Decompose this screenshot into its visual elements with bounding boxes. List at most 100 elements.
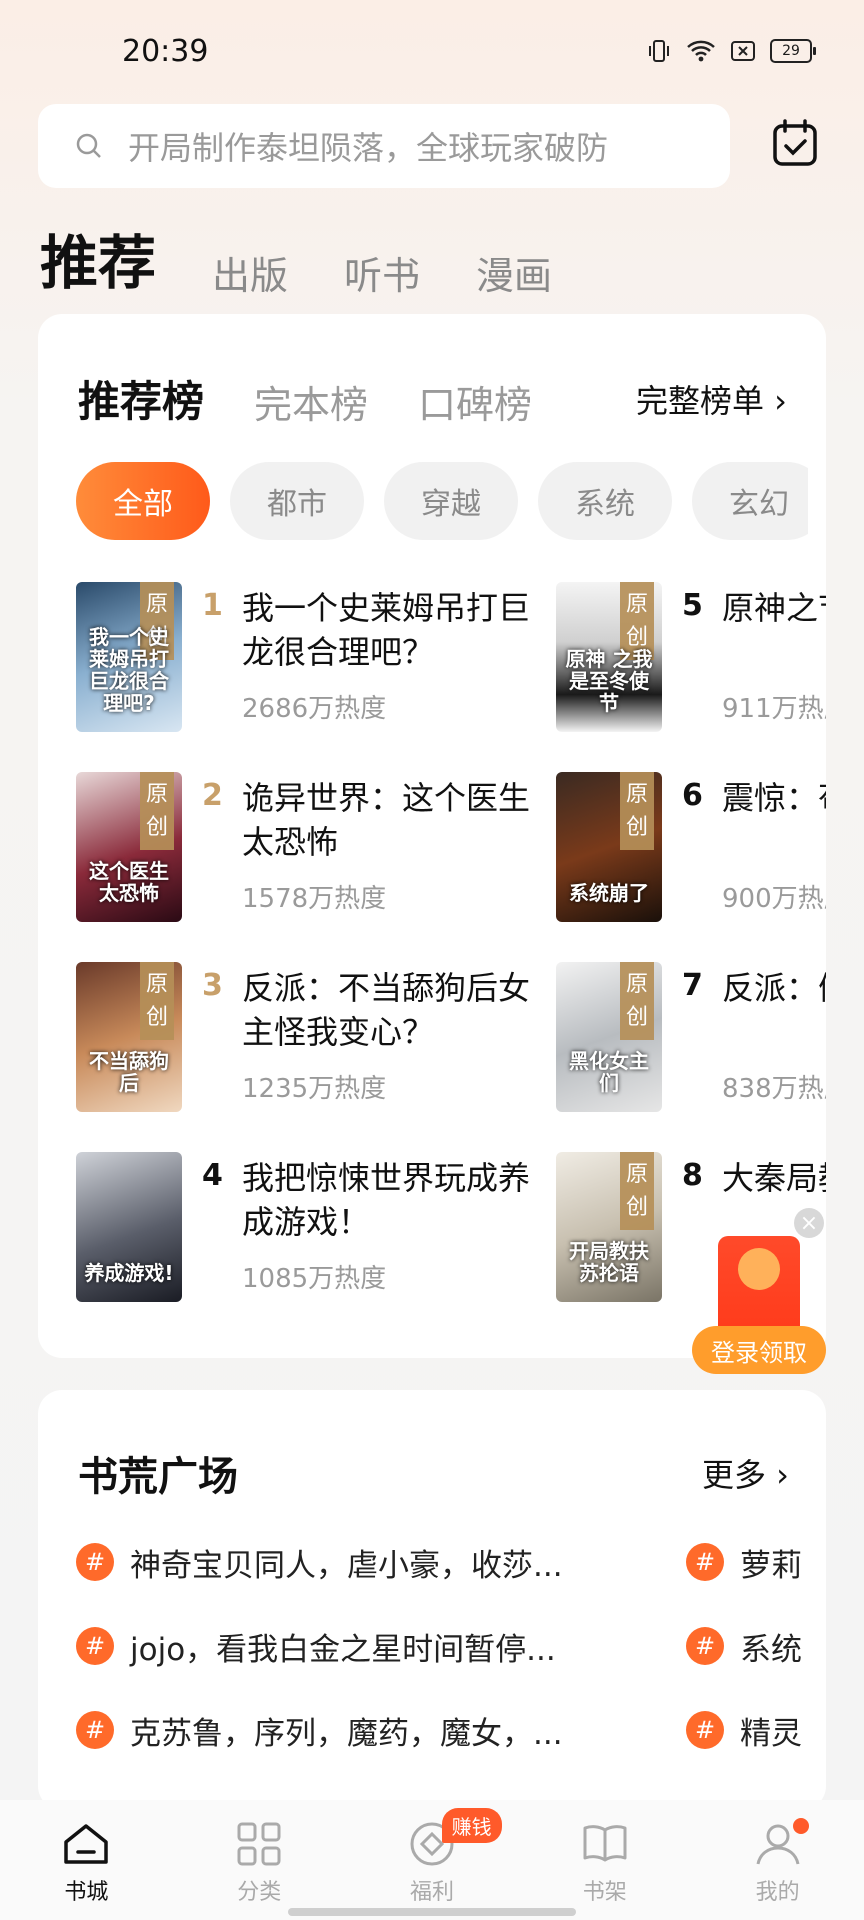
- nav-bookstore[interactable]: 书城: [0, 1800, 173, 1920]
- bottom-nav: 书城 分类 赚钱 福利 书架 我的: [0, 1800, 864, 1920]
- book-cover: 原创 黑化女主们: [556, 962, 662, 1112]
- book-heat: 1578万热度: [242, 884, 387, 914]
- search-bar[interactable]: 开局制作泰坦陨落，全球玩家破防: [38, 104, 730, 188]
- book-title: 我一个史莱姆吊打巨龙很合理吧？: [242, 589, 531, 671]
- book-cover: 原创 原神 之我是至冬使节: [556, 582, 662, 732]
- nav-label: 书架: [582, 1880, 627, 1905]
- book-title: 我把惊悚世界玩成养成游戏！: [242, 1159, 531, 1241]
- rank-number: 6: [682, 778, 703, 813]
- book-heat: 911万热度: [722, 694, 826, 724]
- calendar-check-icon[interactable]: [770, 118, 820, 168]
- grid-icon: [237, 1822, 281, 1866]
- cover-title: 黑化女主们: [569, 1049, 649, 1095]
- sim-icon: [731, 41, 755, 61]
- category-chips: 全部 都市 穿越 系统 玄幻: [76, 462, 808, 540]
- topic-item[interactable]: # 精灵: [686, 1708, 802, 1752]
- cover-title: 不当舔狗后: [89, 1049, 169, 1095]
- topic-item[interactable]: # 萝莉: [686, 1540, 802, 1584]
- nav-category[interactable]: 分类: [173, 1800, 346, 1920]
- tab-recommend[interactable]: 推荐: [40, 216, 156, 300]
- hash-icon: #: [686, 1627, 724, 1665]
- rank-number: 1: [202, 588, 223, 623]
- status-time: 20:39: [122, 34, 209, 69]
- rank-number: 2: [202, 778, 223, 813]
- cover-title: 开局教扶苏抡语: [569, 1239, 649, 1285]
- book-item[interactable]: 原创 原神 之我是至冬使节 5 原神之节 911万热度: [556, 582, 826, 732]
- book-title: 反派：不当舔狗后女主怪我变心？: [242, 969, 531, 1051]
- close-icon[interactable]: ×: [794, 1208, 824, 1238]
- tab-reputation-rank[interactable]: 口碑榜: [418, 374, 532, 429]
- tab-audiobook[interactable]: 听书: [344, 245, 420, 300]
- book-cover: 原创 系统崩了: [556, 772, 662, 922]
- book-item[interactable]: 原创 黑化女主们 7 反派：们，跑 838万热度: [556, 962, 826, 1112]
- coin-icon: [738, 1248, 780, 1290]
- hash-icon: #: [686, 1543, 724, 1581]
- nav-label: 分类: [237, 1880, 282, 1905]
- book-heat: 838万热度: [722, 1074, 826, 1104]
- tab-comics[interactable]: 漫画: [476, 245, 552, 300]
- status-icons: 29: [646, 38, 816, 64]
- book-item[interactable]: 原创 这个医生太恐怖 2 诡异世界：这个医生太恐怖 1578万热度: [76, 772, 576, 922]
- original-badge: 原创: [140, 772, 174, 850]
- full-list-link[interactable]: 完整榜单 ›: [636, 376, 787, 422]
- cover-title: 养成游戏!: [84, 1261, 174, 1285]
- rank-number: 7: [682, 968, 703, 1003]
- book-cover: 原创 我一个史莱姆吊打巨龙很合理吧?: [76, 582, 182, 732]
- ranking-list: 原创 我一个史莱姆吊打巨龙很合理吧? 1 我一个史莱姆吊打巨龙很合理吧？ 268…: [76, 582, 826, 1322]
- chip-urban[interactable]: 都市: [230, 462, 364, 540]
- book-cover: 原创 这个医生太恐怖: [76, 772, 182, 922]
- nav-welfare[interactable]: 赚钱 福利: [346, 1800, 519, 1920]
- hash-icon: #: [76, 1627, 114, 1665]
- chip-fantasy[interactable]: 玄幻: [692, 462, 808, 540]
- plaza-title: 书荒广场: [78, 1454, 238, 1500]
- nav-bookshelf[interactable]: 书架: [518, 1800, 691, 1920]
- cover-title: 这个医生太恐怖: [89, 859, 169, 905]
- tab-recommend-rank[interactable]: 推荐榜: [78, 368, 204, 429]
- original-badge: 原创: [140, 962, 174, 1040]
- book-heat: 2686万热度: [242, 694, 387, 724]
- topic-list: # 神奇宝贝同人，虐小豪，收莎... # jojo，看我白金之星时间暂停... # 克…: [76, 1540, 826, 1780]
- book-title: 大秦局教: [722, 1159, 826, 1197]
- cover-title: 系统崩了: [569, 881, 649, 905]
- rank-number: 8: [682, 1158, 703, 1193]
- book-cover: 原创 开局教扶苏抡语: [556, 1152, 662, 1302]
- cover-title: 原神 之我是至冬使节: [565, 647, 653, 715]
- book-item[interactable]: 原创 我一个史莱姆吊打巨龙很合理吧? 1 我一个史莱姆吊打巨龙很合理吧？ 268…: [76, 582, 576, 732]
- book-heat: 1235万热度: [242, 1074, 387, 1104]
- book-title: 震惊：苟到系: [722, 779, 826, 817]
- rank-number: 4: [202, 1158, 223, 1193]
- chip-time-travel[interactable]: 穿越: [384, 462, 518, 540]
- login-claim-button[interactable]: 登录领取: [692, 1326, 826, 1374]
- book-title: 诡异世界：这个医生太恐怖: [242, 779, 531, 861]
- book-title: 原神之节: [722, 589, 826, 627]
- vibrate-icon: [649, 40, 669, 62]
- book-item[interactable]: 养成游戏! 4 我把惊悚世界玩成养成游戏！ 1085万热度: [76, 1152, 576, 1302]
- home-icon: [64, 1824, 109, 1864]
- chip-all[interactable]: 全部: [76, 462, 210, 540]
- tab-finished-rank[interactable]: 完本榜: [254, 374, 368, 429]
- rank-number: 3: [202, 968, 223, 1003]
- tab-publish[interactable]: 出版: [212, 245, 288, 300]
- rank-tabs: 推荐榜 完本榜 口碑榜: [78, 368, 532, 429]
- home-indicator[interactable]: [288, 1908, 576, 1916]
- book-icon: [583, 1825, 627, 1862]
- book-cover: 养成游戏!: [76, 1152, 182, 1302]
- nav-label: 书城: [64, 1880, 109, 1905]
- book-item[interactable]: 原创 不当舔狗后 3 反派：不当舔狗后女主怪我变心？ 1235万热度: [76, 962, 576, 1112]
- book-title: 反派：们，跑: [722, 969, 826, 1007]
- wifi-icon: [687, 40, 715, 62]
- hash-icon: #: [76, 1711, 114, 1749]
- book-cover: 原创 不当舔狗后: [76, 962, 182, 1112]
- rank-number: 5: [682, 588, 703, 623]
- topic-item[interactable]: # 神奇宝贝同人，虐小豪，收莎...: [76, 1540, 563, 1584]
- topic-item[interactable]: # 克苏鲁，序列，魔药，魔女，...: [76, 1708, 563, 1752]
- chip-system[interactable]: 系统: [538, 462, 672, 540]
- topic-item[interactable]: # jojo，看我白金之星时间暂停...: [76, 1624, 556, 1668]
- hash-icon: #: [76, 1543, 114, 1581]
- nav-mine[interactable]: 我的: [691, 1800, 864, 1920]
- topic-item[interactable]: # 系统: [686, 1624, 802, 1668]
- book-heat: 1085万热度: [242, 1264, 387, 1294]
- book-item[interactable]: 原创 系统崩了 6 震惊：苟到系 900万热度: [556, 772, 826, 922]
- plaza-more-link[interactable]: 更多 ›: [702, 1450, 789, 1496]
- original-badge: 原创: [620, 1152, 654, 1230]
